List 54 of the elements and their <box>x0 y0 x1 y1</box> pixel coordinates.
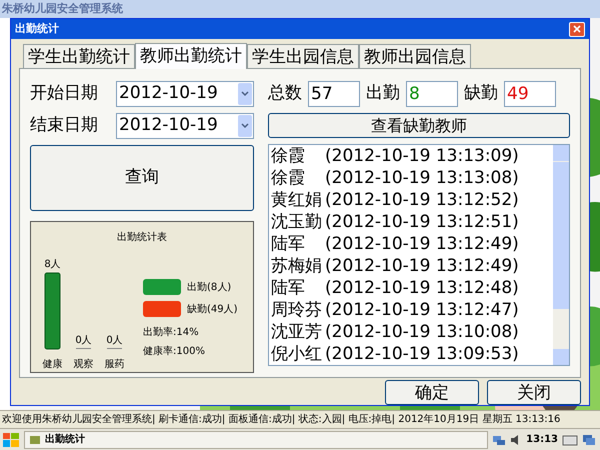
start-icon[interactable] <box>2 432 20 448</box>
count-label: 缺勤 <box>464 82 498 106</box>
record-item[interactable]: 沈亚芳 (2012-10-19 13:10:08) <box>271 321 553 344</box>
date-field[interactable]: 2012-10-19 <box>116 113 254 139</box>
record-item[interactable]: 沈玉勤 (2012-10-19 13:12:51) <box>271 212 553 234</box>
dropdown-icon[interactable] <box>238 83 252 105</box>
category-label: 服药 <box>104 359 124 370</box>
value-label: 0人 <box>106 335 123 346</box>
dropdown-icon[interactable] <box>238 115 252 137</box>
category-label: 观察 <box>74 359 94 370</box>
absent-teachers-button[interactable]: 查看缺勤教师 <box>268 113 570 138</box>
close-button[interactable] <box>569 22 585 36</box>
legend-label: 缺勤(49人) <box>187 302 238 316</box>
scrollbar[interactable] <box>553 145 569 365</box>
record-item[interactable]: 徐霞 (2012-10-19 13:13:08) <box>271 168 553 190</box>
legend-label: 出勤(8人) <box>187 280 232 294</box>
record-item[interactable]: 徐霞 (2012-10-19 13:13:09) <box>271 146 553 168</box>
record-item[interactable]: 苏梅娟 (2012-10-19 13:12:49) <box>271 256 553 278</box>
count-label: 总数 <box>268 82 302 106</box>
parent-window-title: 朱桥幼儿园安全管理系统 <box>2 0 123 17</box>
record-item[interactable]: 倪小红 (2012-10-19 13:09:53) <box>271 343 553 366</box>
tab[interactable]: 教师出勤统计 <box>135 43 247 69</box>
record-item[interactable]: 黄红娟 (2012-10-19 13:12:52) <box>271 190 553 212</box>
rate-text: 健康率:100% <box>143 344 206 359</box>
status-text: 欢迎使用朱桥幼儿园安全管理系统| 刷卡通信:成功| 面板通信:成功| 状态:入园| 电压:掉电| 2012年10月19日 星期五 13:13:16 <box>2 412 560 427</box>
windows-icon[interactable] <box>582 434 596 446</box>
dialog-button[interactable]: 确定 <box>385 380 479 405</box>
dialog-button[interactable]: 关闭 <box>487 380 581 405</box>
app-icon <box>28 434 41 446</box>
close-icon <box>573 25 581 33</box>
record-item[interactable]: 陆军 (2012-10-19 13:12:48) <box>271 277 553 300</box>
date-value: 2012-10-19 <box>118 114 219 138</box>
count-label: 出勤 <box>366 82 400 106</box>
category-label: 健康 <box>42 359 62 370</box>
date-label: 开始日期 <box>30 82 99 106</box>
tab[interactable]: 学生出勤统计 <box>23 44 135 68</box>
date-label: 结束日期 <box>30 114 99 138</box>
date-field[interactable]: 2012-10-19 <box>116 81 254 107</box>
dialog-title: 出勤统计 <box>15 20 59 37</box>
rate-text: 出勤率:14% <box>143 326 200 340</box>
taskbar-button[interactable]: 出勤统计 <box>24 430 488 448</box>
clock: 13:13 <box>526 433 558 447</box>
query-button[interactable]: 查询 <box>30 145 254 211</box>
tab[interactable]: 教师出园信息 <box>359 44 471 68</box>
count-field: 8 <box>406 81 458 107</box>
chart-title: 出勤统计表 <box>116 230 168 245</box>
record-item[interactable]: 周玲芬 (2012-10-19 13:12:47) <box>271 299 553 322</box>
record-item[interactable]: 陆军 (2012-10-19 13:12:49) <box>271 234 553 256</box>
tab[interactable]: 学生出园信息 <box>247 44 359 68</box>
count-field: 57 <box>308 81 360 107</box>
value-label: 0人 <box>75 335 92 346</box>
value-label: 8人 <box>44 259 61 270</box>
date-value: 2012-10-19 <box>118 82 219 106</box>
count-field: 49 <box>504 81 556 107</box>
